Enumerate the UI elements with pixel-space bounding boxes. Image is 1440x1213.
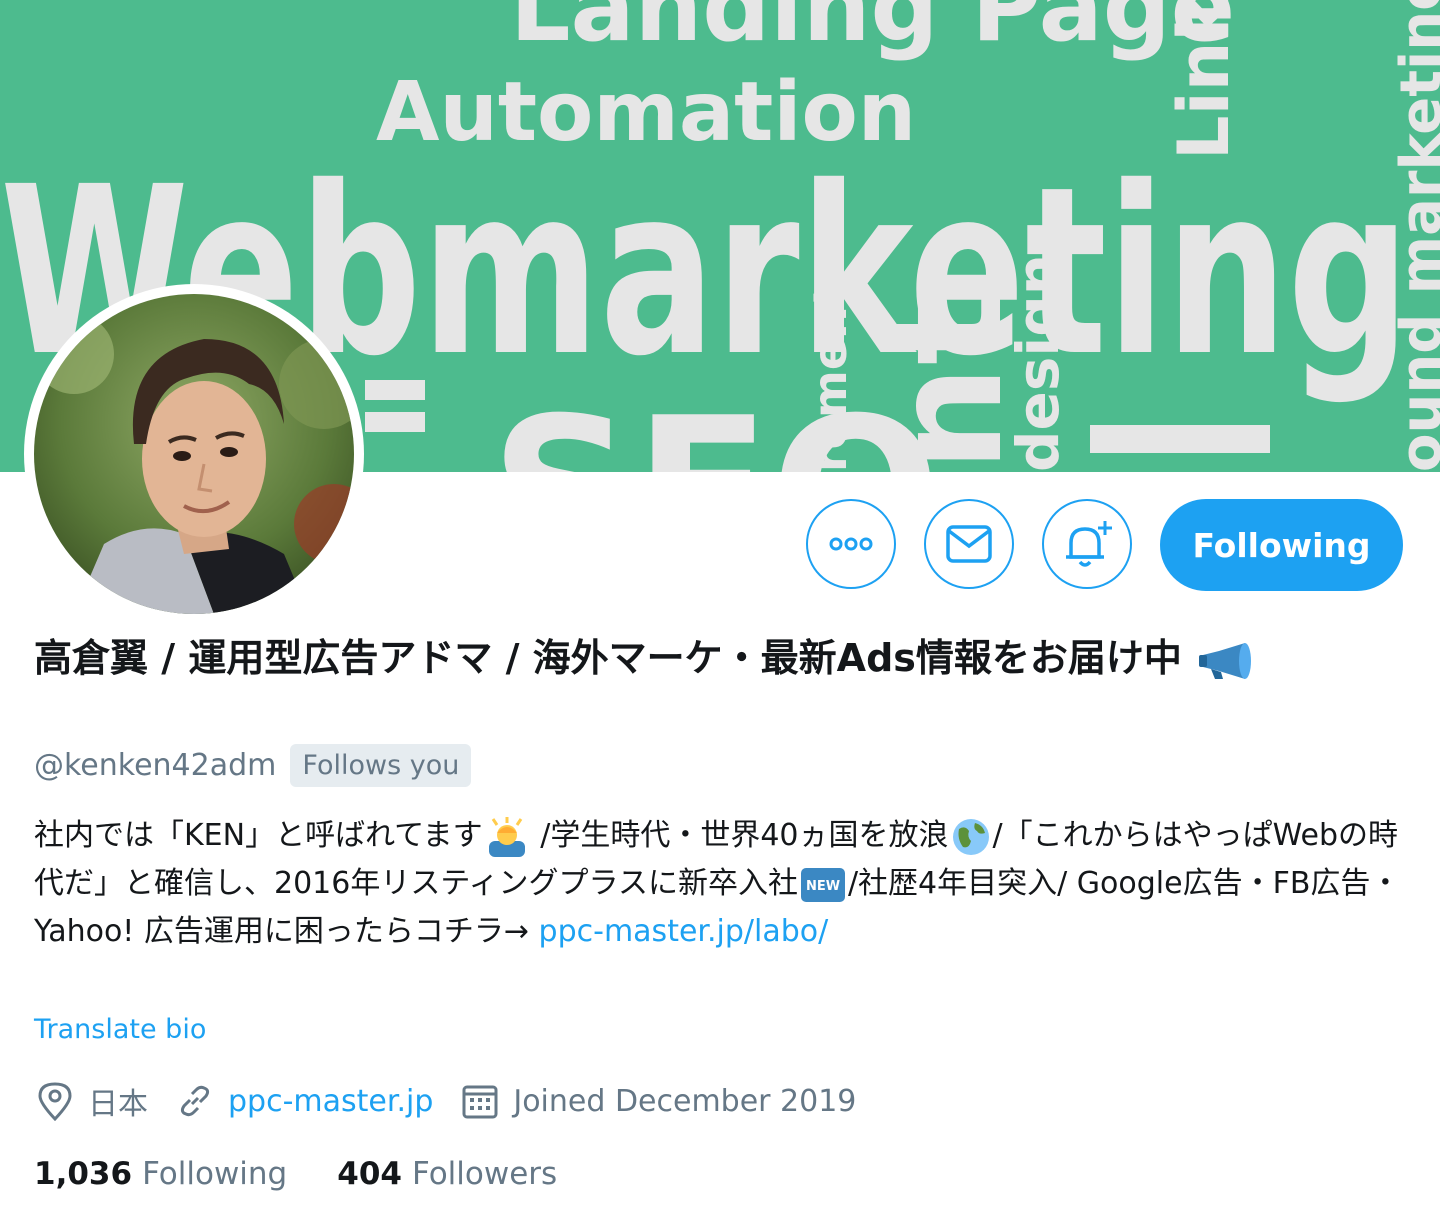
joined-item: Joined December 2019 <box>461 1082 856 1120</box>
bell-plus-icon <box>1066 521 1112 567</box>
banner-word: Link b <box>1163 0 1245 160</box>
location-item: 日本 <box>36 1079 148 1123</box>
bio-link[interactable]: ppc-master.jp/labo/ <box>539 914 829 949</box>
bio-text: /学生時代・世界40ヵ国を放浪 <box>530 818 949 853</box>
following-button[interactable]: Following <box>1160 499 1403 591</box>
follows-you-badge: Follows you <box>290 744 472 787</box>
profile-name: 高倉翼 / 運用型広告アドマ / 海外マーケ・最新Ads情報をお届け中 <box>34 630 1394 686</box>
following-label: Following <box>142 1156 288 1192</box>
profile-meta: 日本 ppc-master.jp Joined December 2019 <box>36 1078 884 1124</box>
megaphone-emoji <box>1199 642 1252 679</box>
banner-word: ound marketing <box>1389 0 1440 472</box>
svg-text:NEW: NEW <box>806 879 840 894</box>
notify-button[interactable] <box>1042 499 1132 589</box>
profile-stats: 1,036 Following 404 Followers <box>34 1156 607 1192</box>
profile-name-text: 高倉翼 / 運用型広告アドマ / 海外マーケ・最新Ads情報をお届け中 <box>34 636 1182 680</box>
message-button[interactable] <box>924 499 1014 589</box>
location-pin-icon <box>38 1082 72 1121</box>
person-bowing-emoji <box>488 816 525 857</box>
translate-bio-link[interactable]: Translate bio <box>34 1014 206 1045</box>
website-item: ppc-master.jp <box>176 1082 433 1120</box>
followers-label: Followers <box>411 1156 558 1192</box>
new-button-emoji: NEW <box>800 867 845 902</box>
avatar-photo <box>34 294 354 614</box>
bio-text: 社内では「KEN」と呼ばれてます <box>34 818 483 853</box>
followers-count: 404 <box>337 1156 402 1192</box>
location-text: 日本 <box>88 1087 148 1122</box>
website-link[interactable]: ppc-master.jp <box>228 1084 433 1119</box>
profile-bio: 社内では「KEN」と呼ばれてます /学生時代・世界40ヵ国を放浪 /「これからは… <box>34 812 1414 956</box>
joined-text: Joined December 2019 <box>513 1083 857 1119</box>
profile-page: Landing Page Automation Link b Webmarket… <box>0 0 1440 1213</box>
link-icon <box>180 1085 210 1117</box>
more-button[interactable] <box>806 499 896 589</box>
banner-word: Landing Page <box>510 0 1235 63</box>
banner-decoration <box>365 380 425 400</box>
following-count: 1,036 <box>34 1156 133 1192</box>
banner-word: rement <box>803 284 857 472</box>
mail-icon <box>946 525 992 563</box>
calendar-icon <box>462 1085 498 1119</box>
banner-decoration <box>1090 425 1270 453</box>
handle-row: @kenken42adm Follows you <box>34 744 472 787</box>
followers-stat[interactable]: 404 Followers <box>337 1156 557 1192</box>
banner-word: design <box>1004 254 1072 472</box>
avatar[interactable] <box>24 284 364 624</box>
profile-handle: @kenken42adm <box>34 748 277 783</box>
following-stat[interactable]: 1,036 Following <box>34 1156 287 1192</box>
banner-decoration <box>365 412 425 432</box>
more-icon <box>829 537 873 551</box>
globe-emoji <box>952 818 989 855</box>
